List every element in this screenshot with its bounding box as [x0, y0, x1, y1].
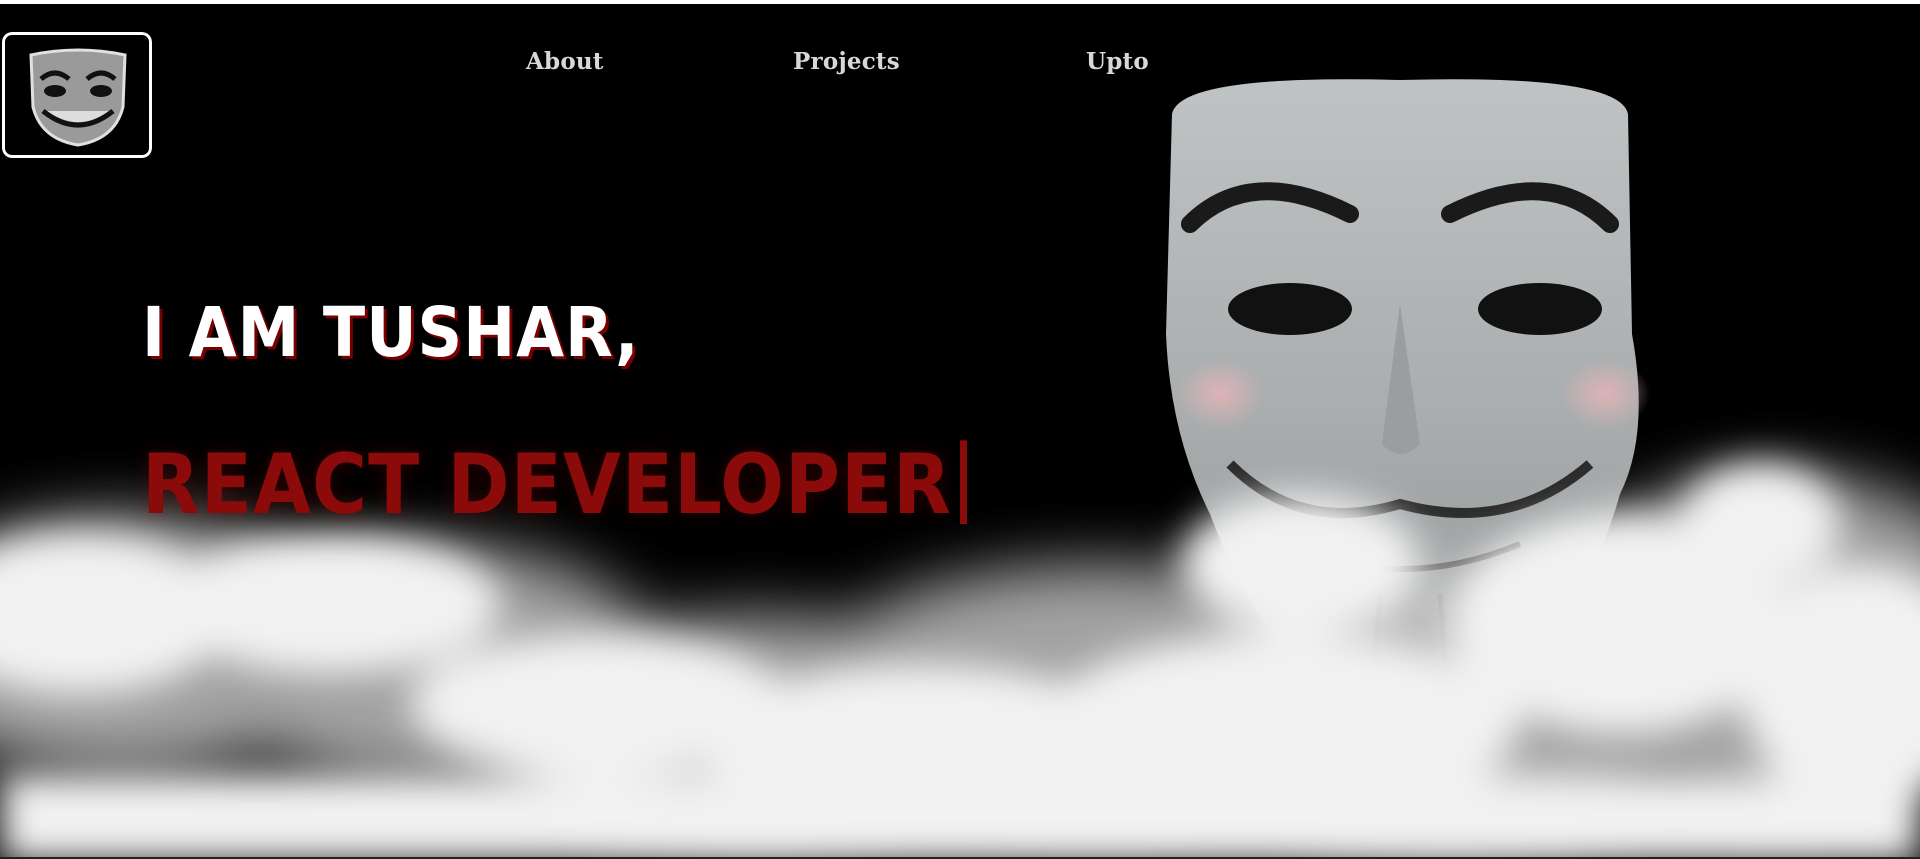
- hero-greeting-text: I am Tushar,: [142, 292, 640, 373]
- typing-cursor: [959, 440, 967, 524]
- hero-role: React Developer: [142, 436, 967, 533]
- hero-role-text: React Developer: [142, 436, 952, 533]
- main-nav: About Projects Upto: [0, 48, 1920, 78]
- nav-link-upto[interactable]: Upto: [1086, 48, 1149, 75]
- nav-link-projects[interactable]: Projects: [793, 48, 900, 75]
- hero-greeting: I am Tushar,: [142, 292, 640, 372]
- hero-section: About Projects Upto I am Tushar, React D…: [0, 0, 1920, 859]
- nav-link-about[interactable]: About: [526, 48, 604, 75]
- smoke-clouds-image: [0, 464, 1920, 859]
